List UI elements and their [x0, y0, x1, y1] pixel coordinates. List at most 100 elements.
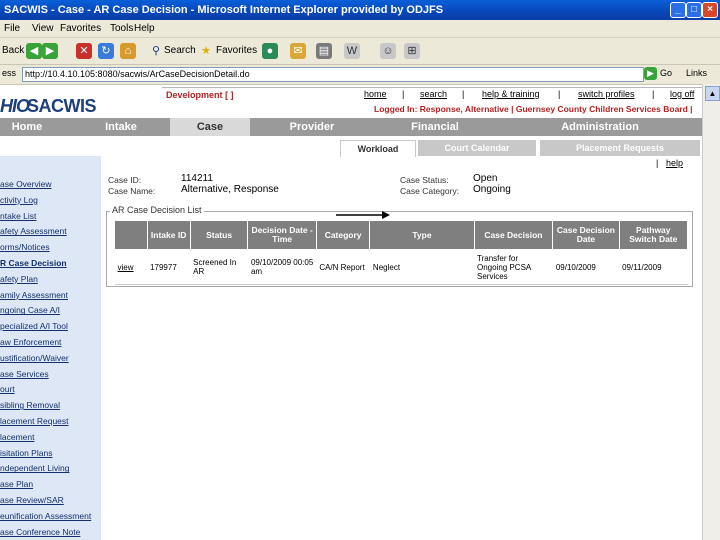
tab-financial[interactable]: Financial [380, 118, 490, 136]
column-header[interactable]: Type [369, 220, 475, 250]
home-icon[interactable]: ⌂ [120, 43, 136, 59]
subtab-workload[interactable]: Workload [340, 140, 416, 157]
favorites-icon[interactable]: ★ [198, 43, 214, 59]
links-button[interactable]: Links [686, 68, 707, 78]
column-header[interactable]: Case Decision [473, 220, 554, 250]
column-header[interactable]: Decision Date - Time [247, 220, 317, 250]
back-arrow-icon[interactable]: ◀ [26, 43, 42, 59]
column-header[interactable]: Category [315, 220, 371, 250]
sidebar-item[interactable]: afety Plan [0, 274, 38, 284]
intake-id-cell: 179977 [147, 249, 191, 285]
column-header[interactable]: Intake ID [146, 220, 191, 250]
sidebar-item[interactable]: ase Overview [0, 179, 52, 189]
case-name-label: Case Name: [108, 186, 156, 196]
column-header[interactable]: Pathway Switch Date [618, 220, 689, 250]
sidebar-item[interactable]: pecialized A/I Tool [0, 321, 68, 331]
link-switch-profiles[interactable]: switch profiles [578, 89, 635, 99]
decision-datetime-cell: 09/10/2009 00:05 am [247, 249, 317, 285]
menu-favorites[interactable]: Favorites [60, 23, 101, 34]
go-icon[interactable]: ▶ [644, 67, 657, 80]
sidebar-item[interactable]: afety Assessment [0, 226, 67, 236]
sidebar-item[interactable]: eunification Assessment [0, 511, 91, 521]
column-header[interactable]: Status [189, 220, 249, 250]
status-cell: Screened In AR [190, 249, 248, 285]
sacwis-logo: HIO SACWIS [0, 92, 160, 118]
link-log-off[interactable]: log off [670, 89, 694, 99]
research-icon[interactable]: ⊞ [404, 43, 420, 59]
forward-icon[interactable]: ▶ [42, 43, 58, 59]
sidebar-item[interactable]: ourt [0, 384, 15, 394]
menu-file[interactable]: File [4, 23, 20, 34]
menu-bar: File View Favorites Tools Help [0, 20, 720, 38]
sidebar-item[interactable]: ntake List [0, 211, 36, 221]
tab-home[interactable]: Home [0, 118, 54, 136]
pathway-switch-date-cell: 09/11/2009 [619, 249, 688, 285]
subtab-placement-requests[interactable]: Placement Requests [540, 140, 700, 156]
sidebar-item[interactable]: ustification/Waiver [0, 353, 69, 363]
subtab-court-calendar[interactable]: Court Calendar [418, 140, 536, 156]
category-cell: CA/N Report [316, 249, 370, 285]
sidebar-item[interactable]: lacement Request [0, 416, 69, 426]
sidebar-item[interactable]: ase Services [0, 369, 49, 379]
refresh-icon[interactable]: ↻ [98, 43, 114, 59]
search-icon[interactable]: ⚲ [148, 43, 164, 59]
tab-administration[interactable]: Administration [540, 118, 660, 136]
sidebar-item[interactable]: ctivity Log [0, 195, 38, 205]
link-home[interactable]: home [364, 89, 387, 99]
link-search[interactable]: search [420, 89, 447, 99]
logo-prefix: HIO [0, 96, 30, 116]
separator: | [652, 89, 655, 99]
separator: | [402, 89, 405, 99]
sidebar-item[interactable]: lacement [0, 432, 35, 442]
scroll-up-icon[interactable]: ▲ [705, 86, 720, 101]
go-button[interactable]: Go [660, 68, 672, 78]
menu-view[interactable]: View [32, 23, 54, 34]
tab-case[interactable]: Case [170, 118, 250, 136]
separator: | [558, 89, 561, 99]
case-category-label: Case Category: [400, 186, 460, 196]
url-input[interactable]: http://10.4.10.105:8080/sacwis/ArCaseDec… [22, 67, 644, 82]
print-icon[interactable]: ▤ [316, 43, 332, 59]
back-button[interactable]: Back [2, 42, 24, 60]
table-row: view 179977 Screened In AR 09/10/2009 00… [114, 249, 688, 285]
close-icon[interactable]: × [702, 2, 718, 18]
sidebar-item[interactable]: ngoing Case A/I [0, 305, 60, 315]
messenger-icon[interactable]: ☺ [380, 43, 396, 59]
sidebar-item[interactable]: amily Assessment [0, 290, 68, 300]
mail-icon[interactable]: ✉ [290, 43, 306, 59]
favorites-button[interactable]: Favorites [216, 42, 257, 60]
environment-label: Development [ ] [166, 90, 234, 100]
logged-in-info: Logged In: Response, Alternative | Guern… [374, 104, 693, 114]
sidebar-item[interactable]: orms/Notices [0, 242, 50, 252]
case-decision-cell: Transfer for Ongoing PCSA Services [474, 249, 553, 285]
sidebar-item[interactable]: ase Conference Note [0, 527, 80, 537]
vertical-scrollbar[interactable]: ▲ [702, 84, 720, 540]
browser-toolbar: Back ◀ ▶ ✕ ↻ ⌂ ⚲ Search ★ Favorites ● ✉ … [0, 38, 720, 65]
maximize-icon[interactable]: □ [686, 2, 702, 18]
view-link[interactable]: view [114, 249, 148, 285]
sidebar-item[interactable]: R Case Decision [0, 258, 67, 268]
decision-table: Intake ID Status Decision Date - Time Ca… [114, 220, 689, 285]
menu-tools[interactable]: Tools [110, 23, 133, 34]
separator: | [462, 89, 465, 99]
stop-icon[interactable]: ✕ [76, 43, 92, 59]
sidebar-item[interactable]: ase Plan [0, 479, 33, 489]
media-icon[interactable]: ● [262, 43, 278, 59]
type-cell: Neglect [369, 249, 474, 285]
sidebar-item[interactable]: ase Review/SAR [0, 495, 64, 505]
help-link[interactable]: help [666, 158, 683, 168]
sidebar-item[interactable]: sibling Removal [0, 400, 60, 410]
edit-icon[interactable]: W [344, 43, 360, 59]
menu-help[interactable]: Help [134, 23, 155, 34]
minimize-icon[interactable]: _ [670, 2, 686, 18]
sidebar-item[interactable]: ndependent Living [0, 463, 69, 473]
link-help-training[interactable]: help & training [482, 89, 540, 99]
search-button[interactable]: Search [164, 42, 196, 60]
column-header [114, 220, 148, 250]
separator: | [656, 158, 659, 168]
tab-intake[interactable]: Intake [80, 118, 162, 136]
tab-provider[interactable]: Provider [262, 118, 362, 136]
sidebar-item[interactable]: aw Enforcement [0, 337, 61, 347]
column-header[interactable]: Case Decision Date [552, 220, 620, 250]
sidebar-item[interactable]: isitation Plans [0, 448, 52, 458]
